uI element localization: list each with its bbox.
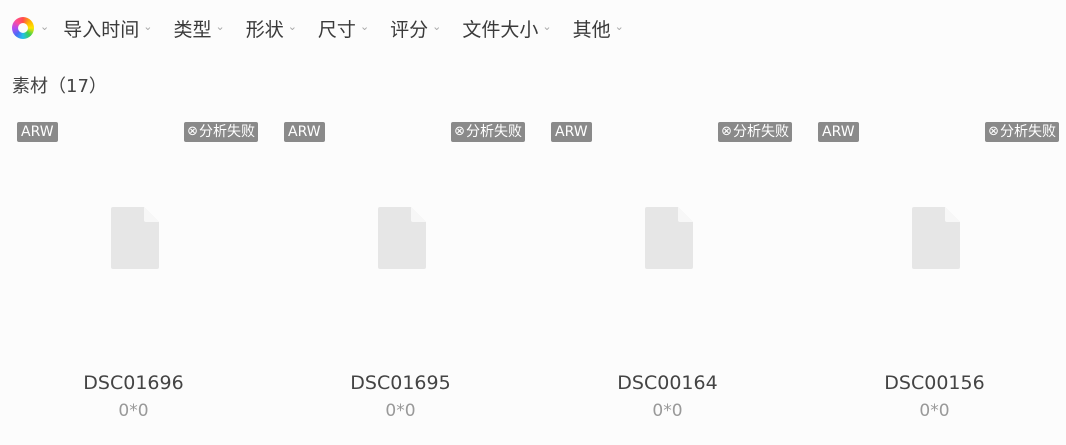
asset-card[interactable]: ARW ⊗ 分析失败 DSC01695 0*0	[267, 118, 534, 438]
asset-dimensions: 0*0	[118, 401, 149, 421]
file-icon	[111, 207, 159, 269]
format-badge: ARW	[818, 122, 859, 142]
chevron-down-icon: ⌄	[143, 19, 153, 33]
error-circle-icon: ⊗	[454, 124, 465, 139]
color-filter[interactable]: ⌄	[12, 17, 49, 39]
error-circle-icon: ⊗	[988, 124, 999, 139]
file-icon	[645, 207, 693, 269]
asset-name: DSC01696	[83, 372, 184, 394]
asset-card[interactable]: ARW ⊗ 分析失败 DSC00156 0*0	[801, 118, 1066, 438]
asset-name: DSC00164	[617, 372, 718, 394]
error-circle-icon: ⊗	[187, 124, 198, 139]
status-badge: ⊗ 分析失败	[985, 122, 1059, 142]
filter-label: 评分	[390, 18, 429, 41]
format-badge: ARW	[17, 122, 58, 142]
format-badge: ARW	[284, 122, 325, 142]
status-label: 分析失败	[1000, 124, 1056, 140]
asset-card[interactable]: ARW ⊗ 分析失败 DSC01696 0*0	[0, 118, 267, 438]
filter-label: 其他	[572, 18, 611, 41]
asset-name: DSC01695	[350, 372, 451, 394]
color-wheel-icon	[12, 17, 34, 39]
status-label: 分析失败	[199, 124, 255, 140]
status-badge: ⊗ 分析失败	[718, 122, 792, 142]
status-badge: ⊗ 分析失败	[184, 122, 258, 142]
filter-import-time[interactable]: 导入时间 ⌄	[63, 15, 152, 42]
filter-type[interactable]: 类型 ⌄	[173, 15, 224, 42]
filter-file-size[interactable]: 文件大小 ⌄	[462, 15, 551, 42]
asset-dimensions: 0*0	[652, 401, 683, 421]
chevron-down-icon: ⌄	[40, 19, 50, 33]
chevron-down-icon: ⌄	[215, 19, 225, 33]
chevron-down-icon: ⌄	[614, 19, 624, 33]
file-icon	[378, 207, 426, 269]
filter-shape[interactable]: 形状 ⌄	[246, 15, 297, 42]
asset-name: DSC00156	[884, 372, 985, 394]
filter-label: 文件大小	[462, 18, 539, 41]
filter-rating[interactable]: 评分 ⌄	[390, 15, 441, 42]
filter-label: 导入时间	[63, 18, 140, 41]
filter-other[interactable]: 其他 ⌄	[573, 15, 624, 42]
file-icon	[912, 207, 960, 269]
chevron-down-icon: ⌄	[432, 19, 442, 33]
asset-card[interactable]: ARW ⊗ 分析失败 DSC00164 0*0	[534, 118, 801, 438]
filter-label: 形状	[245, 18, 284, 41]
section-title: 素材（17）	[12, 76, 107, 97]
chevron-down-icon: ⌄	[287, 19, 297, 33]
filter-bar: ⌄ 导入时间 ⌄ 类型 ⌄ 形状 ⌄ 尺寸 ⌄ 评分 ⌄ 文件大小 ⌄ 其他 ⌄	[12, 12, 624, 44]
chevron-down-icon: ⌄	[359, 19, 370, 33]
status-label: 分析失败	[466, 124, 522, 140]
status-badge: ⊗ 分析失败	[451, 122, 525, 142]
asset-grid: ARW ⊗ 分析失败 DSC01696 0*0 ARW ⊗ 分析失败 DSC01…	[0, 118, 1066, 438]
asset-dimensions: 0*0	[385, 401, 416, 421]
filter-label: 尺寸	[317, 18, 356, 41]
filter-label: 类型	[173, 18, 212, 41]
format-badge: ARW	[551, 122, 592, 142]
filter-size[interactable]: 尺寸 ⌄	[318, 15, 369, 42]
chevron-down-icon: ⌄	[542, 19, 552, 33]
error-circle-icon: ⊗	[721, 124, 732, 139]
status-label: 分析失败	[733, 124, 789, 140]
asset-dimensions: 0*0	[919, 401, 950, 421]
